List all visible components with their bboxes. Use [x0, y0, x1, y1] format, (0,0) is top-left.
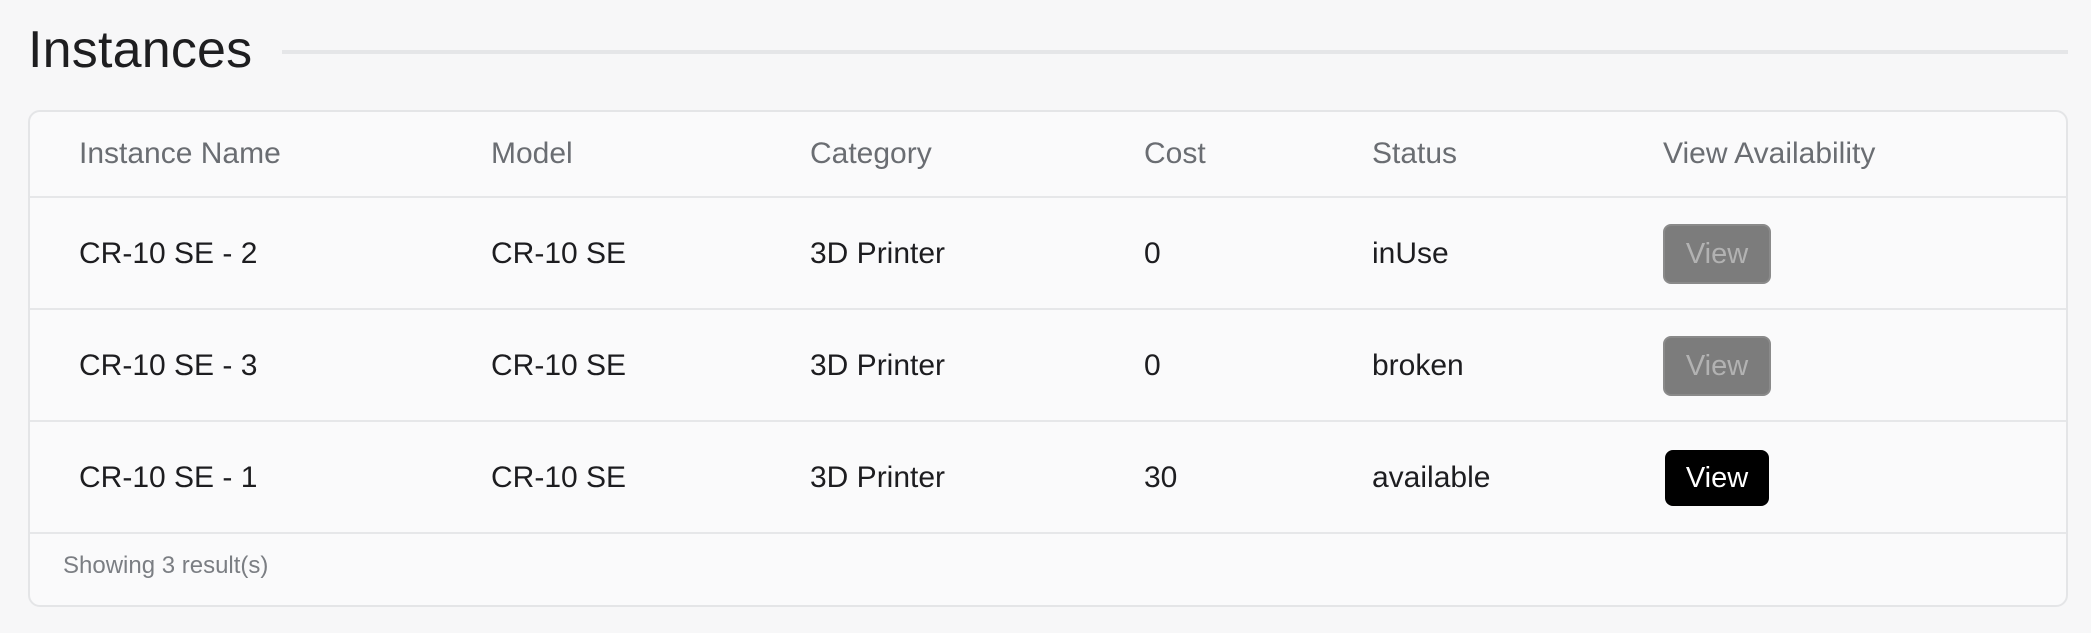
view-availability-button[interactable]: View — [1665, 450, 1769, 506]
cost-cell: 30 — [1144, 461, 1178, 494]
view-cell: View — [1663, 312, 1771, 420]
status-cell: available — [1372, 461, 1491, 494]
view-cell: View — [1663, 424, 1769, 532]
status-cell: broken — [1372, 349, 1464, 382]
column-header-cost[interactable]: Cost — [1144, 112, 1206, 196]
view-availability-button[interactable]: View — [1663, 336, 1771, 396]
model-cell: CR-10 SE — [491, 461, 627, 494]
status-cell: inUse — [1372, 237, 1449, 270]
instance-name-cell: CR-10 SE - 2 — [79, 237, 258, 270]
page-title: Instances — [28, 21, 253, 79]
column-header-view-availability[interactable]: View Availability — [1663, 112, 1875, 196]
column-header-status[interactable]: Status — [1372, 112, 1457, 196]
results-count: Showing 3 result(s) — [63, 552, 269, 579]
table-header-row: Instance Name Model Category Cost Status… — [30, 112, 2066, 198]
instances-table: Instance Name Model Category Cost Status… — [28, 110, 2068, 607]
category-cell: 3D Printer — [810, 461, 946, 494]
instance-name-cell: CR-10 SE - 1 — [79, 461, 258, 494]
table-row: CR-10 SE - 1 CR-10 SE 3D Printer 30 avai… — [30, 424, 2066, 534]
category-cell: 3D Printer — [810, 349, 946, 382]
cost-cell: 0 — [1144, 237, 1161, 270]
column-header-instance-name[interactable]: Instance Name — [79, 112, 281, 196]
view-cell: View — [1663, 200, 1771, 308]
section-divider — [282, 50, 2068, 54]
section-header: Instances — [28, 18, 2068, 82]
table-row: CR-10 SE - 2 CR-10 SE 3D Printer 0 inUse… — [30, 200, 2066, 310]
model-cell: CR-10 SE — [491, 349, 627, 382]
column-header-category[interactable]: Category — [810, 112, 932, 196]
instance-name-cell: CR-10 SE - 3 — [79, 349, 258, 382]
view-availability-button[interactable]: View — [1663, 224, 1771, 284]
table-row: CR-10 SE - 3 CR-10 SE 3D Printer 0 broke… — [30, 312, 2066, 422]
category-cell: 3D Printer — [810, 237, 946, 270]
cost-cell: 0 — [1144, 349, 1161, 382]
column-header-model[interactable]: Model — [491, 112, 573, 196]
model-cell: CR-10 SE — [491, 237, 627, 270]
